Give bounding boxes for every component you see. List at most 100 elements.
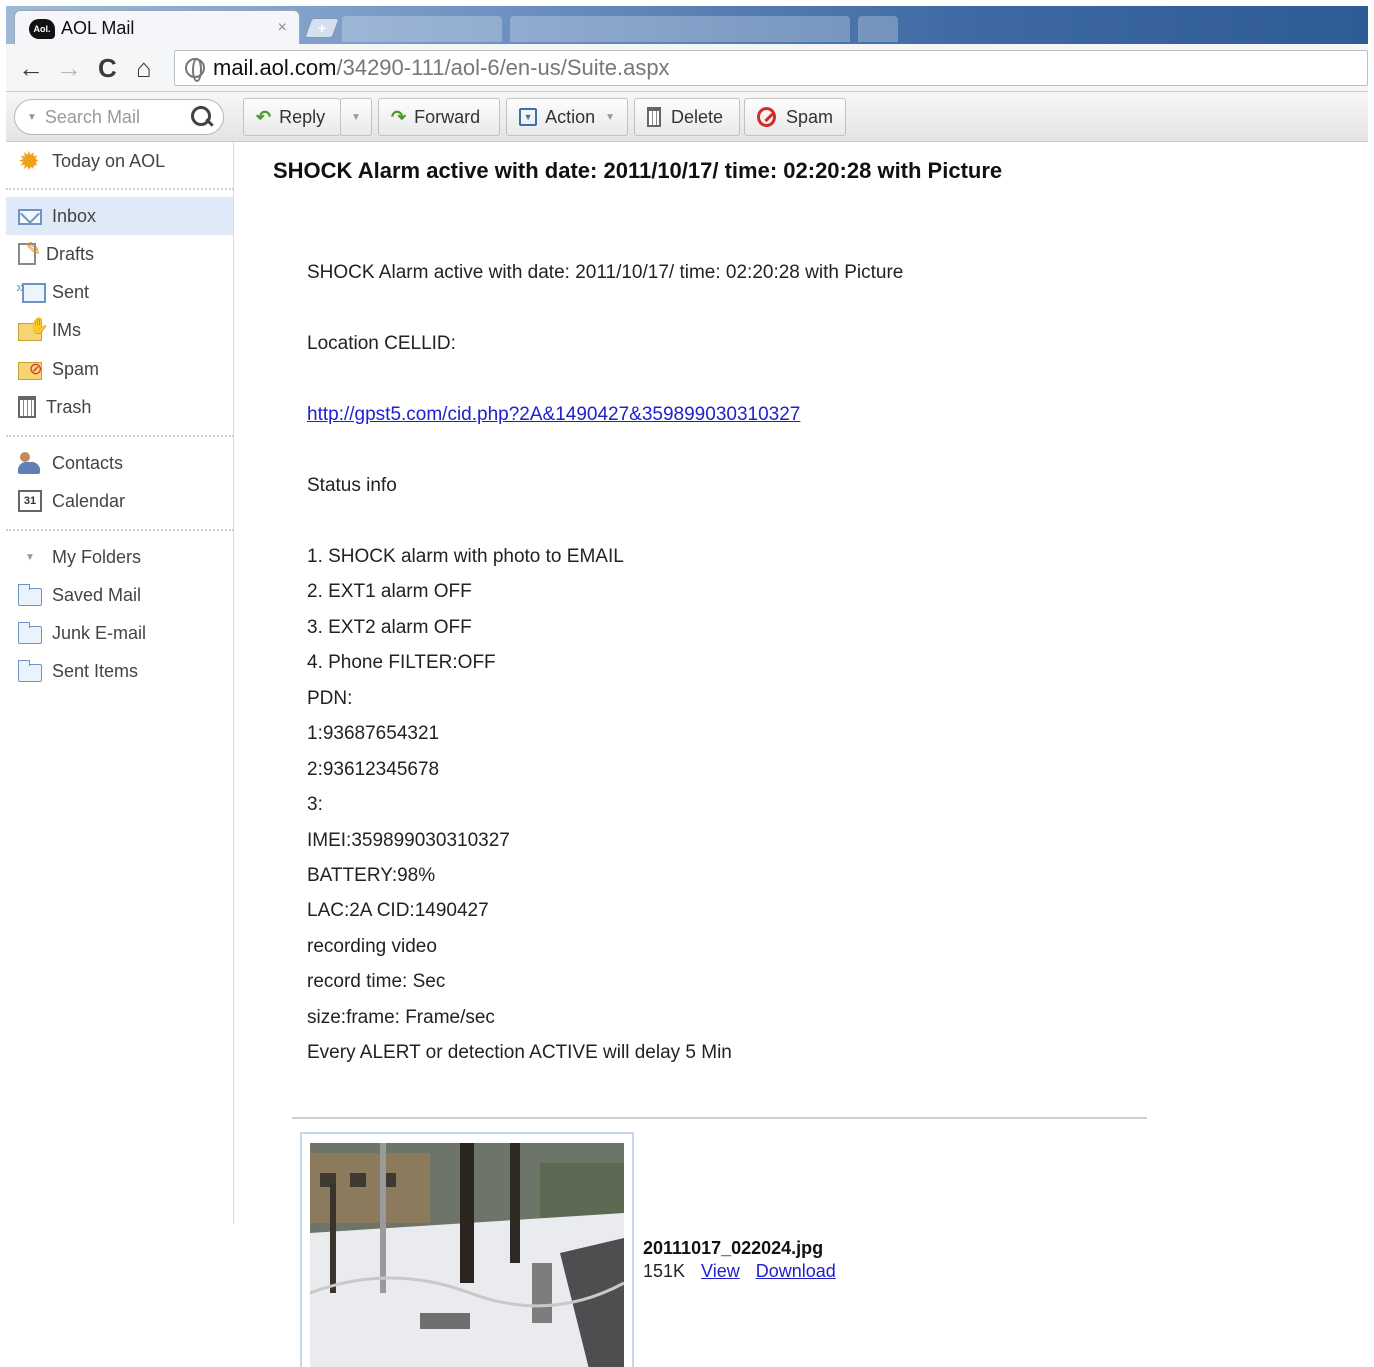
folder-icon [18,584,42,606]
status-line: 2:93612345678 [307,759,440,780]
sidebar-item-label: IMs [52,319,81,340]
reply-arrow-icon: ↶ [256,106,272,127]
sidebar-item-inbox[interactable]: Inbox [6,197,233,235]
photo-thumbnail-image [310,1143,624,1367]
forward-button[interactable]: ↷ Forward [378,98,500,136]
sidebar-item-calendar[interactable]: 31 Calendar [6,482,233,520]
address-bar-row: ← → C ⌂ mail.aol.com/34290-111/aol-6/en-… [6,44,1368,92]
status-line: IMEI:359899030310327 [307,830,510,851]
sidebar-item-sent[interactable]: Sent [6,273,233,311]
attachment-meta: 151K View Download [643,1261,836,1282]
plus-icon: + [317,20,327,36]
sidebar-item-trash[interactable]: Trash [6,388,233,426]
forward-arrow-icon[interactable]: → [56,54,82,82]
folder-icon [18,660,42,682]
status-line: 1. SHOCK alarm with photo to EMAIL [307,546,624,567]
reload-icon[interactable]: C [98,54,117,82]
status-line: PDN: [307,688,353,709]
status-line: Every ALERT or detection ACTIVE will del… [307,1042,732,1063]
url-host: mail.aol.com [213,55,337,80]
reply-button[interactable]: ↶ Reply [243,98,341,136]
sidebar-item-label: Today on AOL [52,150,166,171]
back-arrow-icon[interactable]: ← [18,54,44,82]
sidebar-item-today[interactable]: Today on AOL [6,142,233,180]
status-line: size:frame: Frame/sec [307,1007,495,1028]
browser-tab-strip: Aol. AOL Mail × + [6,6,1368,46]
inbox-envelope-icon [18,209,42,225]
blurred-tab[interactable] [342,16,502,42]
sidebar-item-spam[interactable]: Spam [6,350,233,388]
delete-button[interactable]: Delete [634,98,740,136]
status-line: record time: Sec [307,971,446,992]
blurred-tab[interactable] [510,16,850,42]
view-link[interactable]: View [701,1261,740,1282]
folder-icon [18,622,42,644]
reply-options-button[interactable]: ▼ [340,98,372,136]
sidebar-item-saved-mail[interactable]: Saved Mail [6,576,233,614]
action-button[interactable]: ▼ Action ▼ [506,98,628,136]
blurred-tab[interactable] [858,16,898,42]
delete-label: Delete [671,106,724,127]
status-line: 1:93687654321 [307,723,440,744]
status-line: 3: [307,794,323,815]
tab-title: AOL Mail [61,18,135,38]
chevron-down-icon[interactable]: ▼ [18,552,42,563]
status-line: 3. EXT2 alarm OFF [307,617,472,638]
sidebar-item-junk-email[interactable]: Junk E-mail [6,614,233,652]
reply-label: Reply [279,106,326,127]
sidebar-item-sent-items[interactable]: Sent Items [6,652,233,690]
attachment-filename: 20111017_022024.jpg [643,1238,824,1258]
spam-blocked-icon [757,107,776,127]
sidebar-item-ims[interactable]: IMs [6,311,233,349]
trash-icon [647,107,661,127]
status-line: 4. Phone FILTER:OFF [307,652,496,673]
sidebar-item-label: Drafts [46,243,95,264]
trash-icon [18,396,36,418]
action-label: Action [545,106,596,127]
sidebar-item-label: Contacts [52,452,124,473]
sidebar: Today on AOL Inbox Drafts Sent IMs Spam … [6,142,234,1224]
snow-park-photo [310,1143,624,1367]
chevron-down-icon: ▼ [351,111,361,123]
status-line: 2. EXT1 alarm OFF [307,581,472,602]
sun-icon [18,146,42,177]
attachment-size: 151K [643,1261,686,1281]
browser-tab[interactable]: Aol. AOL Mail × [14,10,300,46]
search-placeholder: Search Mail [44,106,140,127]
download-link[interactable]: Download [756,1261,836,1282]
status-heading: Status info [307,475,397,496]
aol-logo-icon: Aol. [29,18,55,39]
sent-envelope-icon [16,279,46,303]
calendar-icon: 31 [18,490,42,512]
status-line: recording video [307,936,437,957]
sidebar-item-drafts[interactable]: Drafts [6,235,233,273]
url-path: /34290-111/aol-6/en-us/Suite.aspx [336,55,670,80]
home-icon[interactable]: ⌂ [136,54,152,82]
sidebar-item-contacts[interactable]: Contacts [6,444,233,482]
cellid-link[interactable]: http://gpst5.com/cid.php?2A&1490427&3598… [307,404,800,425]
spam-button[interactable]: Spam [744,98,846,136]
action-menu-icon: ▼ [519,108,538,126]
new-tab-button[interactable]: + [304,18,340,38]
forward-label: Forward [414,106,481,127]
divider [6,188,234,190]
chevron-down-icon: ▼ [605,111,615,123]
url-input[interactable]: mail.aol.com/34290-111/aol-6/en-us/Suite… [174,50,1368,86]
search-input[interactable]: ▼ Search Mail [14,99,224,135]
divider [6,435,234,437]
sidebar-item-label: Spam [52,358,100,379]
tab-close-icon[interactable]: × [278,19,287,37]
search-icon[interactable] [185,102,219,132]
sidebar-item-label: Sent Items [52,660,139,681]
draft-pencil-icon [18,239,41,265]
globe-icon [185,58,205,82]
status-line: BATTERY:98% [307,865,436,886]
search-options-caret-icon[interactable]: ▼ [27,112,37,123]
sidebar-item-label: Saved Mail [52,584,142,605]
sidebar-item-my-folders[interactable]: ▼ My Folders [6,538,233,576]
attachment-divider [292,1117,1147,1119]
contacts-icon [18,452,42,474]
message-intro: SHOCK Alarm active with date: 2011/10/17… [307,262,904,283]
sidebar-item-label: Inbox [52,205,97,226]
attachment-thumbnail[interactable] [300,1132,634,1367]
